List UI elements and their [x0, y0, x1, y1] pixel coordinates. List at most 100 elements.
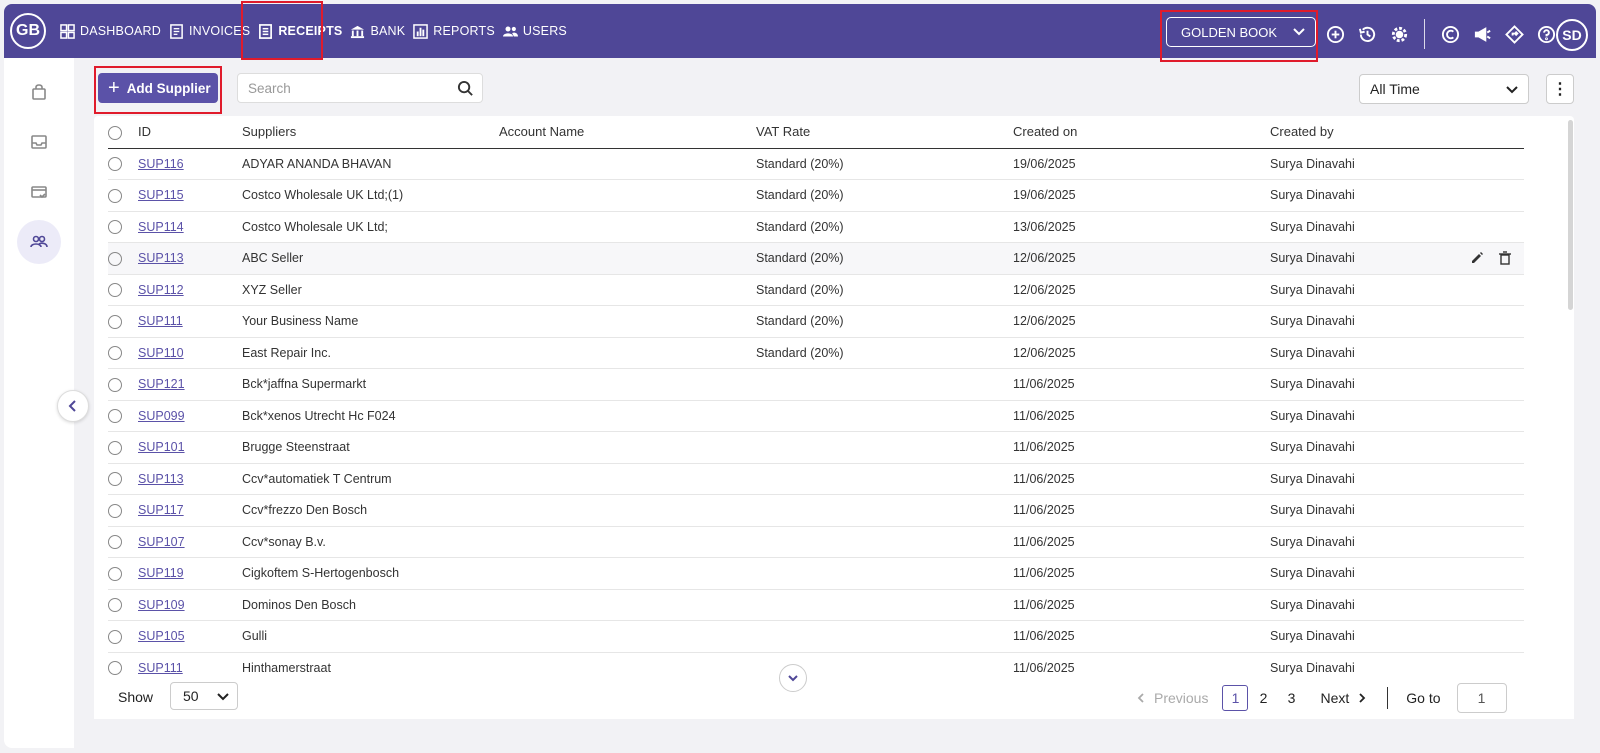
sidebar-item-suppliers[interactable] [17, 220, 61, 264]
row-checkbox[interactable] [108, 535, 122, 550]
nav-receipts[interactable]: RECEIPTS [254, 4, 346, 58]
table-scrollbar[interactable] [1568, 120, 1573, 310]
table-row[interactable]: SUP113 Ccv*automatiek T Centrum 11/06/2025… [108, 463, 1524, 495]
search-icon[interactable] [457, 80, 474, 97]
supplier-id-link[interactable]: SUP105 [138, 629, 185, 643]
created-by: Surya Dinavahi [1270, 188, 1355, 203]
trash-icon[interactable] [1498, 251, 1512, 265]
table-row[interactable]: SUP117 Ccv*frezzo Den Bosch 11/06/2025 Sury… [108, 494, 1524, 527]
avatar[interactable]: SD [1556, 19, 1588, 51]
row-checkbox[interactable] [108, 409, 122, 424]
nav-bank[interactable]: BANK [346, 4, 409, 58]
page-3-button[interactable]: 3 [1278, 685, 1304, 711]
supplier-id-link[interactable]: SUP119 [138, 566, 184, 580]
page-2-button[interactable]: 2 [1250, 685, 1276, 711]
previous-page-button[interactable]: Previous [1134, 690, 1208, 706]
row-checkbox[interactable] [108, 157, 122, 172]
row-checkbox[interactable] [108, 314, 122, 329]
vat-rate: Standard (20%) [756, 345, 844, 360]
supplier-id-link[interactable]: SUP110 [138, 346, 184, 360]
row-checkbox[interactable] [108, 377, 122, 392]
add-circle-icon[interactable] [1324, 23, 1346, 45]
row-checkbox[interactable] [108, 472, 122, 487]
row-checkbox[interactable] [108, 440, 122, 455]
supplier-id-link[interactable]: SUP113 [138, 472, 184, 486]
row-checkbox[interactable] [108, 188, 122, 203]
directions-icon[interactable] [1503, 23, 1525, 45]
page-size-select[interactable]: 50 [170, 682, 238, 710]
nav-invoices[interactable]: INVOICES [165, 4, 254, 58]
nav-reports[interactable]: REPORTS [409, 4, 499, 58]
table-row[interactable]: SUP121 Bck*jaffna Supermarkt 11/06/2025 Sur… [108, 368, 1524, 401]
row-checkbox[interactable] [108, 283, 122, 298]
table-row[interactable]: SUP116 ADYAR ANANDA BHAVAN Standard (20%) 1… [108, 148, 1524, 180]
page-1-button[interactable]: 1 [1222, 685, 1249, 711]
supplier-id-link[interactable]: SUP101 [138, 440, 185, 454]
column-header-suppliers[interactable]: Suppliers [242, 116, 499, 149]
column-header-account-name[interactable]: Account Name [499, 116, 756, 149]
row-checkbox[interactable] [108, 220, 122, 235]
nav-dashboard[interactable]: DASHBOARD [56, 4, 165, 58]
scroll-down-button[interactable] [779, 664, 807, 692]
sidebar-item-purchases[interactable] [17, 70, 61, 114]
supplier-id-link[interactable]: SUP114 [138, 220, 184, 234]
row-checkbox[interactable] [108, 503, 122, 518]
row-checkbox[interactable] [108, 346, 122, 361]
inbox-icon [31, 135, 47, 149]
table-row[interactable]: SUP112 XYZ Seller Standard (20%) 12/06/2025… [108, 274, 1524, 306]
row-checkbox[interactable] [108, 251, 122, 266]
created-by: Surya Dinavahi [1270, 503, 1355, 518]
next-page-button[interactable]: Next [1320, 690, 1369, 706]
table-row[interactable]: SUP099 Bck*xenos Utrecht Hc F024 11/06/202… [108, 400, 1524, 432]
company-logo[interactable]: GB [10, 13, 46, 49]
table-row[interactable]: SUP115 Costco Wholesale UK Ltd;(1) Standar… [108, 179, 1524, 212]
supplier-id-link[interactable]: SUP109 [138, 598, 185, 612]
table-row[interactable]: SUP119 Cigkoftem S-Hertogenbosch 11/06/202… [108, 557, 1524, 590]
table-row[interactable]: SUP111 Your Business Name Standard (20%) 12… [108, 305, 1524, 338]
row-checkbox[interactable] [108, 566, 122, 581]
row-checkbox[interactable] [108, 598, 122, 613]
row-checkbox[interactable] [108, 629, 122, 644]
time-filter-select[interactable]: All Time [1359, 74, 1529, 104]
supplier-id-link[interactable]: SUP115 [138, 188, 184, 202]
supplier-id-link[interactable]: SUP112 [138, 283, 184, 297]
supplier-id-link[interactable]: SUP117 [138, 503, 184, 517]
table-row[interactable]: SUP101 Brugge Steenstraat 11/06/2025 Surya … [108, 431, 1524, 464]
select-all-checkbox[interactable] [108, 125, 122, 140]
gear-icon[interactable] [1388, 23, 1410, 45]
supplier-id-link[interactable]: SUP113 [138, 251, 184, 265]
supplier-id-link[interactable]: SUP116 [138, 157, 184, 171]
table-row[interactable]: SUP105 Gulli 11/06/2025 Surya Dinavahi [108, 620, 1524, 653]
table-row[interactable]: SUP114 Costco Wholesale UK Ltd; Standard (… [108, 211, 1524, 243]
sidebar-item-inbox[interactable] [17, 120, 61, 164]
column-header-id[interactable]: ID [138, 116, 242, 149]
column-header-vat-rate[interactable]: VAT Rate [756, 116, 1013, 149]
column-header-created-on[interactable]: Created on [1013, 116, 1270, 149]
table-row[interactable]: SUP109 Dominos Den Bosch 11/06/2025 Surya D… [108, 589, 1524, 621]
help-icon[interactable] [1535, 23, 1557, 45]
history-icon[interactable] [1356, 23, 1378, 45]
goto-page-input[interactable] [1456, 683, 1507, 713]
sidebar-item-payments[interactable] [17, 170, 61, 214]
supplier-name: Ccv*frezzo Den Bosch [242, 503, 368, 518]
sidebar-collapse-button[interactable] [57, 390, 89, 422]
add-supplier-button[interactable]: + Add Supplier [98, 73, 218, 103]
row-checkbox[interactable] [108, 661, 122, 676]
column-header-created-by[interactable]: Created by [1270, 116, 1440, 149]
table-row[interactable]: SUP110 East Repair Inc. Standard (20%) 12/0… [108, 337, 1524, 369]
table-row[interactable]: SUP107 Ccv*sonay B.v. 11/06/2025 Surya Dina… [108, 526, 1524, 558]
megaphone-icon[interactable] [1471, 23, 1493, 45]
table-row[interactable]: SUP113 ABC Seller Standard (20%) 12/06/2025… [108, 242, 1524, 275]
credits-icon[interactable] [1439, 23, 1461, 45]
supplier-id-link[interactable]: SUP099 [138, 409, 185, 423]
supplier-id-link[interactable]: SUP111 [138, 661, 183, 675]
search-input[interactable] [238, 74, 438, 102]
supplier-id-link[interactable]: SUP107 [138, 535, 185, 549]
edit-icon[interactable] [1470, 251, 1484, 265]
supplier-id-link[interactable]: SUP121 [138, 377, 185, 391]
company-selector[interactable]: GOLDEN BOOK [1166, 17, 1316, 47]
more-options-button[interactable]: ⋮ [1546, 74, 1574, 104]
created-by: Surya Dinavahi [1270, 440, 1355, 455]
nav-users[interactable]: USERS [499, 4, 571, 58]
supplier-id-link[interactable]: SUP111 [138, 314, 183, 328]
